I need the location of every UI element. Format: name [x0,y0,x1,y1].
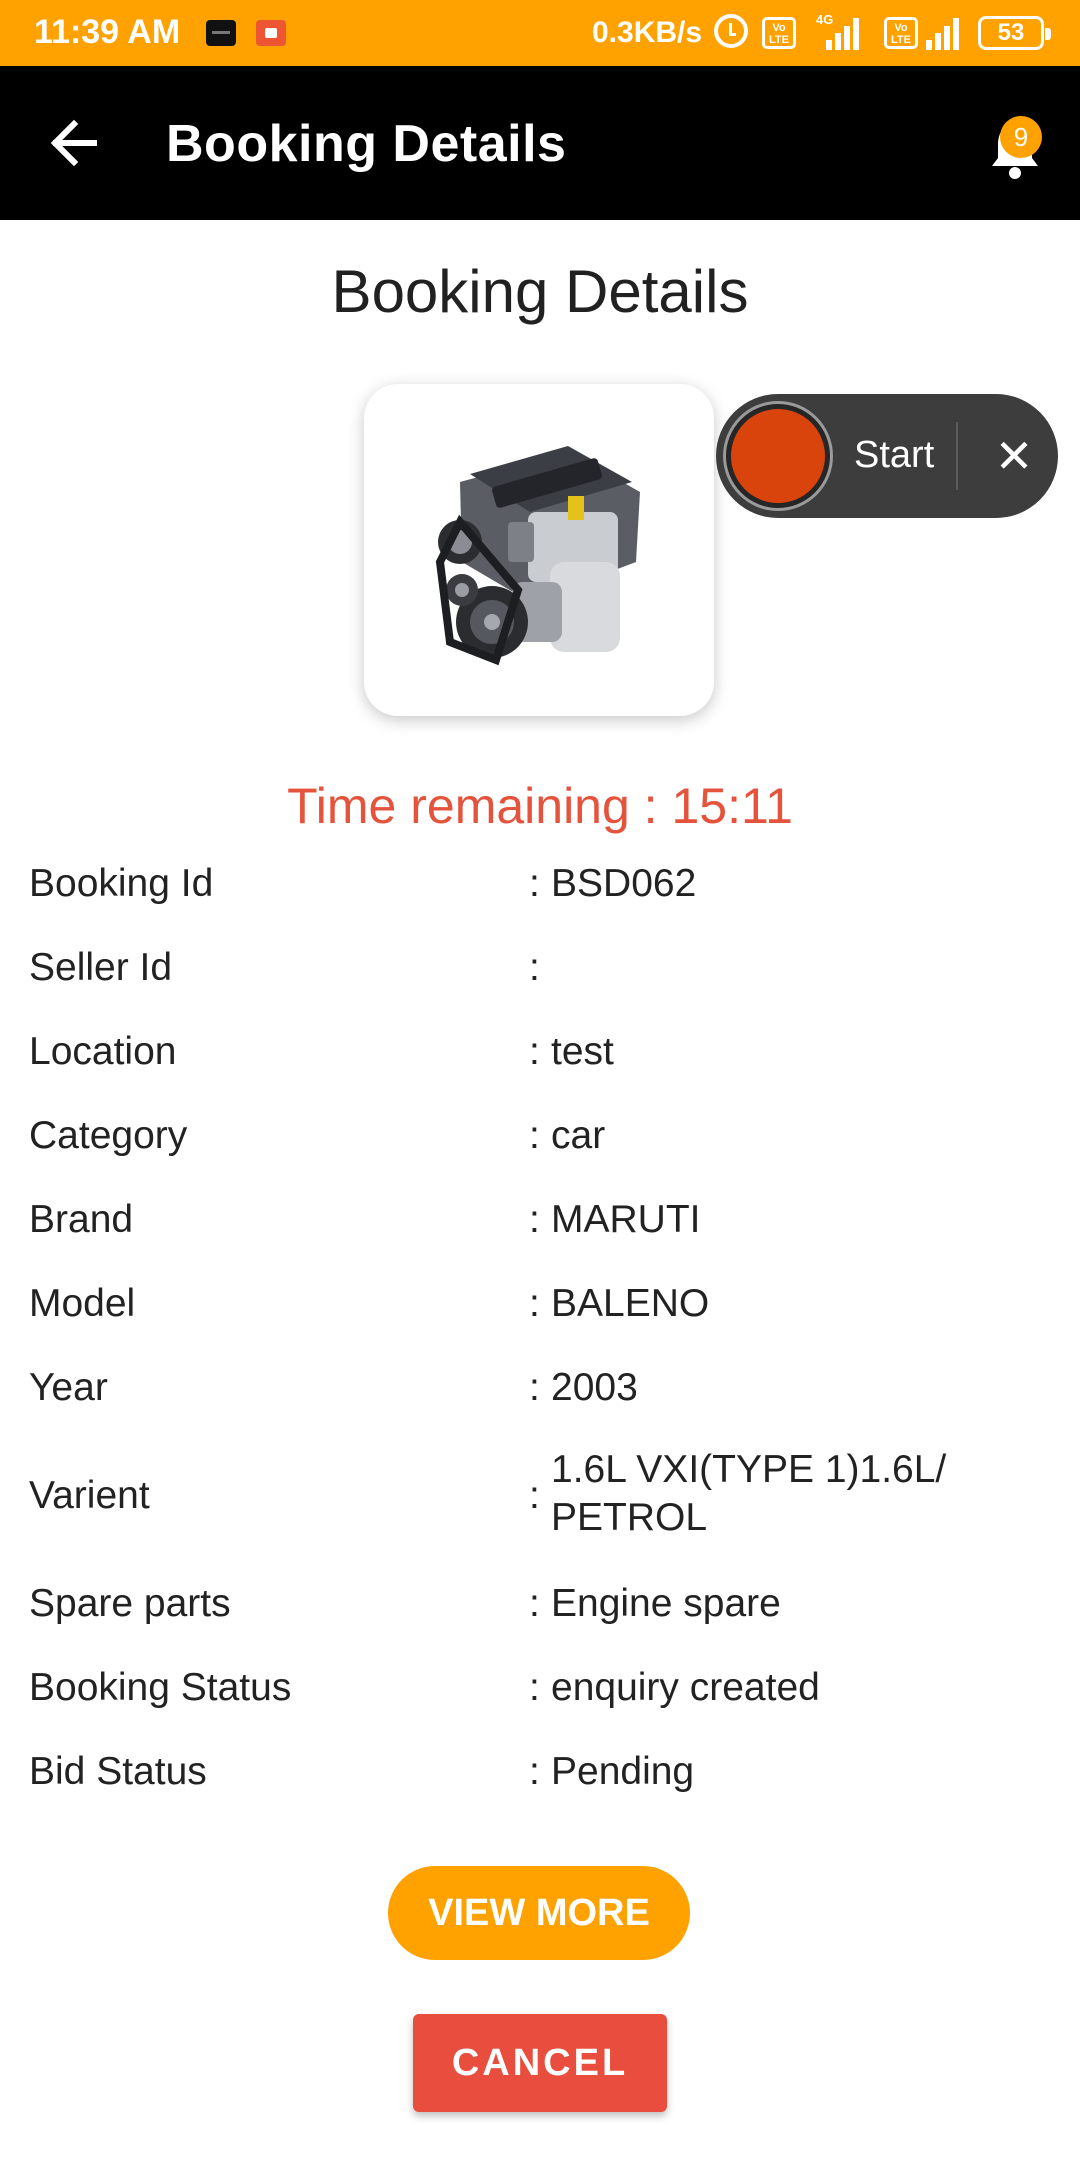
detail-label: Location [29,1030,177,1073]
notification-app-icon [206,20,236,46]
battery-icon: 53 [978,16,1051,50]
detail-colon: : [529,1282,540,1325]
detail-value: car [551,1114,606,1157]
volte-icon: Vo LTE [884,17,918,49]
volte-icon: Vo LTE [762,17,796,49]
product-image-card [364,384,714,716]
screen-recorder-icon [256,20,286,46]
app-bar: Booking Details 9 [0,66,1080,220]
start-label[interactable]: Start [854,432,934,478]
detail-value: Engine spare [551,1582,781,1625]
status-time: 11:39 AM [34,13,181,51]
detail-colon: : [529,862,540,905]
detail-colon: : [529,946,540,989]
detail-value: Pending [551,1750,695,1793]
detail-label: Model [29,1282,136,1325]
detail-label: Varient [29,1474,150,1517]
detail-label: Bid Status [29,1750,207,1793]
detail-label: Category [29,1114,188,1157]
detail-colon: : [529,1474,540,1517]
notification-badge: 9 [1000,116,1042,158]
status-bar: 11:39 AM 0.3KB/s Vo LTE 4G Vo LTE 53 [0,0,1080,66]
detail-value: 1.6L VXI(TYPE 1)1.6L/ PETROL [551,1448,947,1539]
alarm-icon [714,14,748,48]
start-widget: Start ✕ [716,394,1058,518]
detail-colon: : [529,1750,540,1793]
detail-colon: : [529,1582,540,1625]
network-speed: 0.3KB/s [592,16,703,49]
page-title: Booking Details [331,258,749,325]
engine-image [435,446,640,666]
detail-label: Brand [29,1198,134,1241]
view-more-button[interactable]: VIEW MORE [388,1866,690,1960]
detail-label: Year [29,1366,108,1409]
detail-colon: : [529,1198,540,1241]
close-icon[interactable]: ✕ [982,424,1046,488]
app-bar-title: Booking Details [166,115,567,173]
detail-value: 2003 [551,1366,638,1409]
cancel-button[interactable]: CANCEL [413,2014,667,2112]
start-knob[interactable] [726,404,830,508]
signal-icon [822,16,864,50]
detail-value: enquiry created [551,1666,820,1709]
divider [956,422,958,490]
back-arrow-icon[interactable] [44,112,106,174]
detail-value: BALENO [551,1282,710,1325]
detail-colon: : [529,1030,540,1073]
detail-value: BSD062 [551,862,697,905]
detail-colon: : [529,1114,540,1157]
signal-icon [922,16,964,50]
detail-value: MARUTI [551,1198,701,1241]
time-remaining: Time remaining : 15:11 [287,778,793,834]
detail-colon: : [529,1366,540,1409]
detail-label: Seller Id [29,946,173,989]
detail-label: Spare parts [29,1582,231,1625]
detail-colon: : [529,1666,540,1709]
detail-label: Booking Id [29,862,214,905]
detail-label: Booking Status [29,1666,292,1709]
detail-value: test [551,1030,614,1073]
